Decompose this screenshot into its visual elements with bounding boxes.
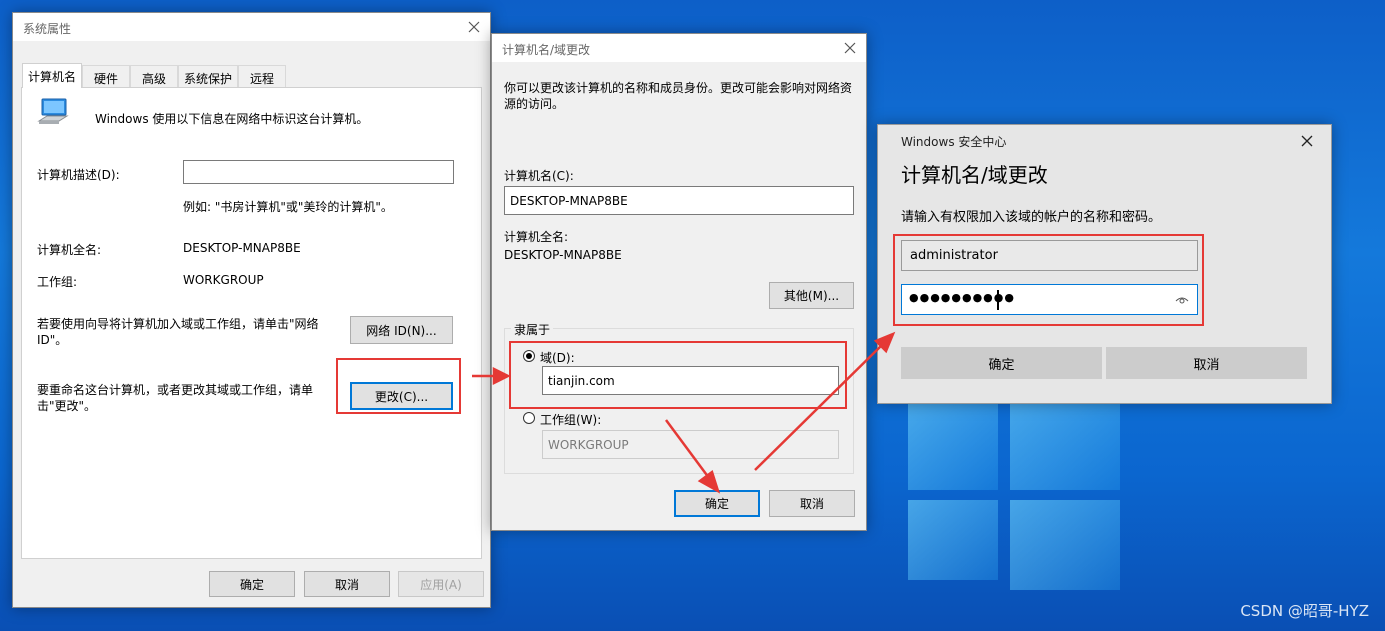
close-icon[interactable]	[464, 17, 484, 37]
password-input[interactable]: ●●●●●●●●●●	[901, 284, 1198, 315]
member-of-label: 隶属于	[511, 321, 554, 338]
description-text: 你可以更改该计算机的名称和成员身份。更改可能会影响对网络资源的访问。	[504, 81, 853, 111]
example-text: 例如: "书房计算机"或"美玲的计算机"。	[183, 200, 393, 214]
windows-security-dialog: Windows 安全中心 计算机名/域更改 请输入有权限加入该域的帐户的名称和密…	[877, 124, 1332, 404]
cancel-button[interactable]: 取消	[304, 571, 390, 597]
tab-remote[interactable]: 远程	[238, 65, 286, 87]
workgroup-input[interactable]	[542, 430, 839, 459]
member-of-group: 隶属于 域(D): 工作组(W):	[504, 321, 854, 474]
security-heading: 计算机名/域更改	[901, 163, 1048, 187]
tab-panel: Windows 使用以下信息在网络中标识这台计算机。 计算机描述(D): 例如:…	[21, 87, 482, 559]
text-cursor	[997, 290, 999, 310]
workgroup-label: 工作组(W):	[540, 413, 602, 427]
workgroup-label: 工作组:	[37, 275, 78, 289]
security-app-title: Windows 安全中心	[901, 135, 1007, 149]
domain-radio[interactable]	[523, 350, 535, 362]
change-button[interactable]: 更改(C)...	[350, 382, 453, 410]
domain-change-window: 计算机名/域更改 你可以更改该计算机的名称和成员身份。更改可能会影响对网络资源的…	[491, 33, 867, 531]
cancel-button[interactable]: 取消	[769, 490, 855, 517]
ok-button[interactable]: 确定	[674, 490, 760, 517]
security-prompt: 请输入有权限加入该域的帐户的名称和密码。	[901, 210, 1162, 225]
domain-label: 域(D):	[540, 351, 575, 365]
window-title: 系统属性	[23, 22, 72, 36]
workgroup-radio[interactable]	[523, 412, 535, 424]
close-icon[interactable]	[1297, 131, 1317, 151]
tab-system-protection[interactable]: 系统保护	[178, 65, 238, 87]
description-input[interactable]	[183, 160, 454, 184]
username-input[interactable]	[901, 240, 1198, 271]
system-properties-titlebar: 系统属性	[13, 13, 490, 41]
system-properties-window: 系统属性 计算机名 硬件 高级 系统保护 远程 Windows 使用以下信息在网…	[12, 12, 491, 608]
security-ok-button[interactable]: 确定	[901, 347, 1102, 379]
fullname-value: DESKTOP-MNAP8BE	[183, 241, 301, 255]
network-id-text: 若要使用向导将计算机加入域或工作组，请单击"网络 ID"。	[37, 317, 319, 347]
computer-name-label: 计算机名(C):	[504, 169, 574, 183]
fullname-label: 计算机全名:	[504, 230, 569, 244]
fullname-label: 计算机全名:	[37, 243, 102, 257]
network-id-button[interactable]: 网络 ID(N)...	[350, 316, 453, 344]
close-icon[interactable]	[840, 38, 860, 58]
computer-name-input[interactable]	[504, 186, 854, 215]
password-mask: ●●●●●●●●●●	[909, 291, 1015, 304]
intro-text: Windows 使用以下信息在网络中标识这台计算机。	[95, 112, 369, 126]
rename-text: 要重命名这台计算机，或者更改其域或工作组，请单击"更改"。	[37, 383, 314, 413]
security-cancel-button[interactable]: 取消	[1106, 347, 1307, 379]
workgroup-value: WORKGROUP	[183, 273, 264, 287]
window-title: 计算机名/域更改	[502, 43, 591, 57]
computer-icon	[37, 97, 71, 130]
domain-change-titlebar: 计算机名/域更改	[492, 34, 866, 62]
domain-input[interactable]	[542, 366, 839, 395]
more-button[interactable]: 其他(M)...	[769, 282, 854, 309]
tab-advanced[interactable]: 高级	[130, 65, 178, 87]
tab-computer-name[interactable]: 计算机名	[22, 63, 82, 88]
apply-button[interactable]: 应用(A)	[398, 571, 484, 597]
tab-hardware[interactable]: 硬件	[82, 65, 130, 87]
fullname-value: DESKTOP-MNAP8BE	[504, 248, 622, 262]
description-label: 计算机描述(D):	[37, 168, 120, 182]
ok-button[interactable]: 确定	[209, 571, 295, 597]
watermark: CSDN @昭哥-HYZ	[1240, 602, 1369, 620]
reveal-password-icon[interactable]	[1175, 294, 1189, 309]
